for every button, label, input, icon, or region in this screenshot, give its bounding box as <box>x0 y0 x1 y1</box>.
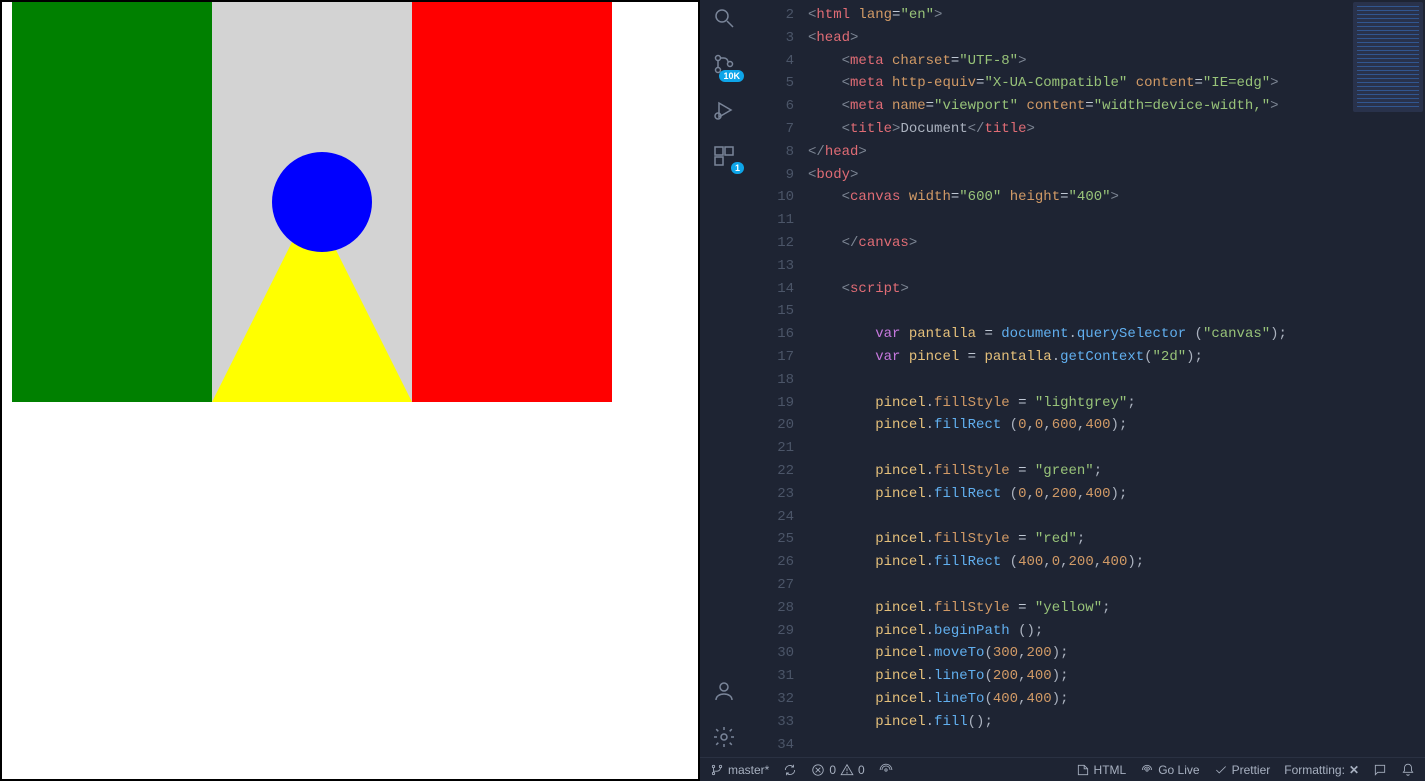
prettier-indicator[interactable]: Prettier <box>1214 763 1271 777</box>
formatting-indicator[interactable]: Formatting: ✕ <box>1284 763 1359 777</box>
go-live-button[interactable]: Go Live <box>1140 763 1199 777</box>
source-control-icon[interactable]: 10K <box>710 50 738 78</box>
close-icon: ✕ <box>1349 763 1359 777</box>
feedback-icon[interactable] <box>1373 763 1387 777</box>
minimap[interactable] <box>1353 2 1423 112</box>
port-icon[interactable] <box>879 763 893 777</box>
extensions-badge: 1 <box>731 162 744 174</box>
branch-name: master* <box>728 763 769 777</box>
prettier-label: Prettier <box>1232 763 1271 777</box>
activity-bar: 10K 1 <box>700 0 748 781</box>
problems-indicator[interactable]: 0 0 <box>811 763 864 777</box>
language-label: HTML <box>1094 763 1127 777</box>
preview-pane <box>0 0 700 781</box>
status-bar: master* 0 0 HTML Go Live Prettier Format <box>700 757 1425 781</box>
language-mode[interactable]: HTML <box>1076 763 1127 777</box>
canvas-preview <box>12 2 612 402</box>
sync-icon[interactable] <box>783 763 797 777</box>
green-rect <box>12 2 212 402</box>
settings-gear-icon[interactable] <box>710 723 738 751</box>
search-icon[interactable] <box>710 4 738 32</box>
editor-pane: 10K 1 2345678910111213141516171819202122… <box>700 0 1425 781</box>
accounts-icon[interactable] <box>710 677 738 705</box>
formatting-label: Formatting: <box>1284 763 1345 777</box>
red-rect <box>412 2 612 402</box>
code-editor[interactable]: 2345678910111213141516171819202122232425… <box>748 0 1425 781</box>
code-content[interactable]: <html lang="en"><head> <meta charset="UT… <box>808 0 1425 781</box>
warnings-count: 0 <box>858 763 865 777</box>
bell-icon[interactable] <box>1401 763 1415 777</box>
blue-circle <box>272 152 372 252</box>
line-gutter: 2345678910111213141516171819202122232425… <box>748 0 808 781</box>
go-live-label: Go Live <box>1158 763 1199 777</box>
run-debug-icon[interactable] <box>710 96 738 124</box>
errors-count: 0 <box>829 763 836 777</box>
scm-badge: 10K <box>719 70 744 82</box>
extensions-icon[interactable]: 1 <box>710 142 738 170</box>
branch-indicator[interactable]: master* <box>710 763 769 777</box>
